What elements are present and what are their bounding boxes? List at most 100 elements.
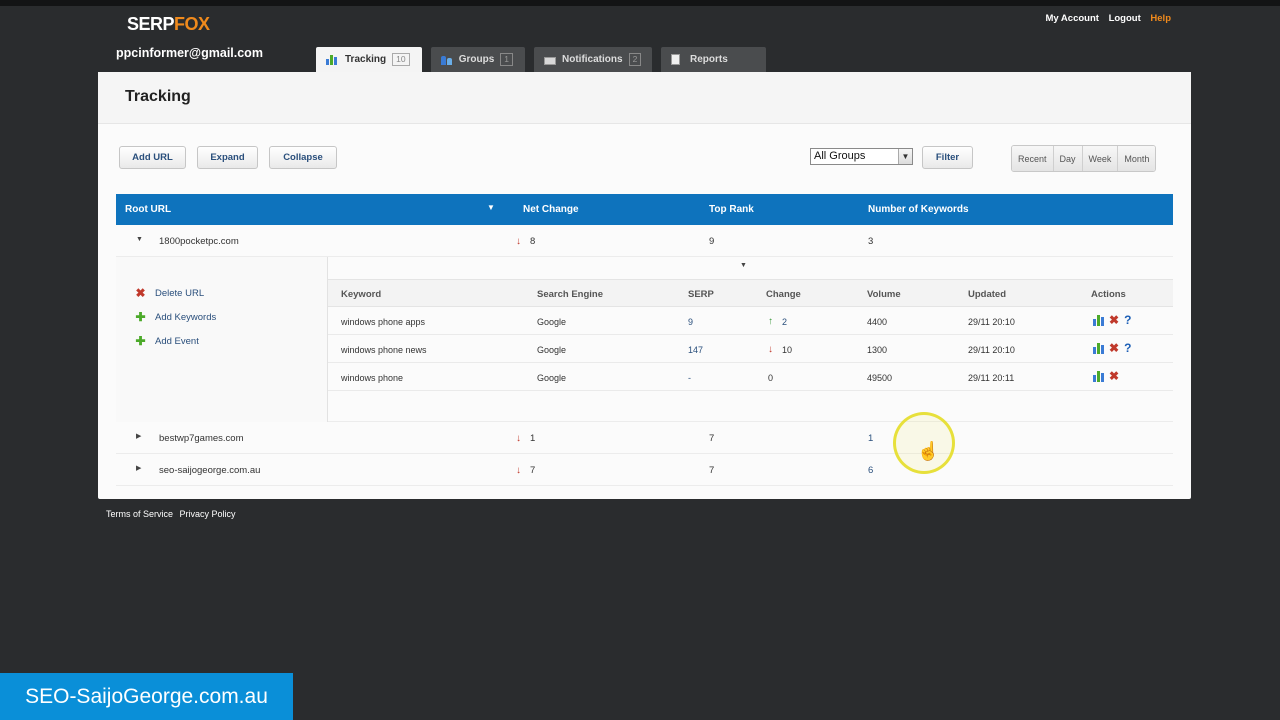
keyword-volume: 4400 [867, 317, 888, 327]
keyword-text: windows phone [341, 373, 404, 383]
row-keywords[interactable]: 1 [868, 433, 873, 444]
delete-icon[interactable]: ✖ [1109, 313, 1119, 327]
delete-url-label: Delete URL [155, 287, 205, 299]
row-url[interactable]: 1800pocketpc.com [159, 236, 239, 247]
row-keywords[interactable]: 6 [868, 465, 873, 476]
keyword-actions: ✖ ? [1093, 341, 1131, 355]
keyword-row[interactable]: windows phone apps Google 9 ↑ 2 4400 29/… [328, 307, 1173, 335]
keyword-serp[interactable]: 147 [688, 345, 703, 355]
row-url[interactable]: seo-saijogeorge.com.au [159, 465, 260, 476]
keywords-header: Keyword Search Engine SERP Change Volume… [328, 280, 1173, 307]
my-account-link[interactable]: My Account [1045, 13, 1098, 24]
tab-notifications-count: 2 [628, 53, 642, 66]
keyword-actions: ✖ ? [1093, 313, 1131, 327]
caret-right-icon[interactable]: ▶ [136, 464, 141, 472]
add-url-button[interactable]: Add URL [119, 146, 186, 169]
col-actions: Actions [1091, 289, 1126, 300]
tracking-table: Root URL ▼ Net Change Top Rank Number of… [116, 194, 1173, 486]
bar-chart-icon [326, 54, 339, 65]
col-net-change[interactable]: Net Change [523, 204, 579, 215]
collapse-button[interactable]: Collapse [269, 146, 337, 169]
add-keywords-label: Add Keywords [155, 311, 217, 323]
time-range-selector: Recent Day Week Month [1011, 145, 1157, 172]
top-strip [0, 0, 1280, 6]
range-week[interactable]: Week [1082, 146, 1119, 171]
tab-tracking-count: 10 [392, 53, 410, 66]
top-links: My Account Logout Help [1038, 13, 1171, 24]
table-row[interactable]: ▶ seo-saijogeorge.com.au ↓ 7 7 6 [116, 454, 1173, 486]
group-select[interactable]: All Groups ▼ [810, 148, 913, 165]
expand-button[interactable]: Expand [197, 146, 258, 169]
row-net-change: 7 [530, 465, 536, 476]
serpfox-logo[interactable]: SERPFOX [127, 14, 210, 35]
tab-reports[interactable]: Reports [661, 47, 766, 72]
keyword-row[interactable]: windows phone news Google 147 ↓ 10 1300 … [328, 335, 1173, 363]
range-day[interactable]: Day [1053, 146, 1083, 171]
range-recent[interactable]: Recent [1012, 146, 1054, 171]
row-top-rank: 7 [709, 433, 715, 444]
caret-down-icon[interactable]: ▼ [740, 262, 747, 269]
help-icon[interactable]: ? [1124, 313, 1131, 327]
keyword-change: 10 [782, 345, 793, 355]
logo-part-1: SERP [127, 14, 175, 34]
logout-link[interactable]: Logout [1109, 13, 1141, 24]
filter-button[interactable]: Filter [922, 146, 973, 169]
arrow-down-icon: ↓ [516, 236, 521, 247]
privacy-link[interactable]: Privacy Policy [180, 509, 236, 519]
col-volume[interactable]: Volume [867, 289, 901, 300]
tab-tracking-label: Tracking [345, 54, 387, 65]
hand-cursor-icon: ☝ [917, 441, 940, 461]
arrow-up-icon: ↑ [768, 316, 773, 327]
caret-down-icon[interactable]: ▼ [136, 236, 143, 243]
watermark-banner: SEO-SaijoGeorge.com.au [0, 673, 293, 720]
table-row[interactable]: ▼ 1800pocketpc.com ↓ 8 9 3 [116, 225, 1173, 257]
keyword-engine: Google [537, 345, 567, 355]
col-updated[interactable]: Updated [968, 289, 1006, 300]
row-net-change: 8 [530, 236, 536, 247]
tab-notifications[interactable]: Notifications 2 [534, 47, 652, 72]
keyword-actions: ✖ [1093, 369, 1119, 383]
chart-icon[interactable] [1093, 315, 1104, 326]
delete-icon: ✖ [135, 286, 146, 300]
help-link[interactable]: Help [1150, 13, 1171, 24]
plus-icon: ✚ [135, 334, 146, 348]
keyword-volume: 1300 [867, 345, 888, 355]
logo-part-2: FOX [174, 14, 210, 34]
delete-icon[interactable]: ✖ [1109, 369, 1119, 383]
keyword-text: windows phone news [341, 345, 427, 355]
delete-url-action[interactable]: ✖ Delete URL [135, 286, 204, 300]
keyword-serp[interactable]: 9 [688, 317, 693, 327]
footer-links: Terms of Service Privacy Policy [106, 509, 240, 519]
col-serp[interactable]: SERP [688, 289, 714, 300]
col-root-url[interactable]: Root URL [125, 204, 171, 215]
range-month[interactable]: Month [1118, 146, 1156, 171]
terms-link[interactable]: Terms of Service [106, 509, 173, 519]
keyword-serp[interactable]: - [688, 373, 691, 383]
tab-tracking[interactable]: Tracking 10 [316, 47, 422, 72]
col-search-engine[interactable]: Search Engine [537, 289, 603, 300]
col-keyword[interactable]: Keyword [341, 289, 381, 300]
keyword-row[interactable]: windows phone Google - 0 49500 29/11 20:… [328, 363, 1173, 391]
row-keywords: 3 [868, 236, 874, 247]
sort-down-icon[interactable]: ▼ [487, 203, 495, 212]
keyword-change: 2 [782, 317, 788, 327]
panel-header [98, 72, 1191, 124]
col-change[interactable]: Change [766, 289, 801, 300]
arrow-down-icon: ↓ [768, 344, 773, 355]
col-keywords[interactable]: Number of Keywords [868, 204, 969, 215]
chart-icon[interactable] [1093, 343, 1104, 354]
col-top-rank[interactable]: Top Rank [709, 204, 754, 215]
tab-groups[interactable]: Groups 1 [431, 47, 525, 72]
add-event-action[interactable]: ✚ Add Event [135, 334, 198, 348]
table-row[interactable]: ▶ bestwp7games.com ↓ 1 7 1 [116, 422, 1173, 454]
row-url[interactable]: bestwp7games.com [159, 433, 243, 444]
add-keywords-action[interactable]: ✚ Add Keywords [135, 310, 216, 324]
mail-icon [544, 54, 556, 65]
chart-icon[interactable] [1093, 371, 1104, 382]
delete-icon[interactable]: ✖ [1109, 341, 1119, 355]
user-email: ppcinformer@gmail.com [116, 46, 263, 60]
keyword-change: 0 [768, 373, 774, 383]
chevron-down-icon: ▼ [898, 149, 912, 164]
help-icon[interactable]: ? [1124, 341, 1131, 355]
caret-right-icon[interactable]: ▶ [136, 432, 141, 440]
